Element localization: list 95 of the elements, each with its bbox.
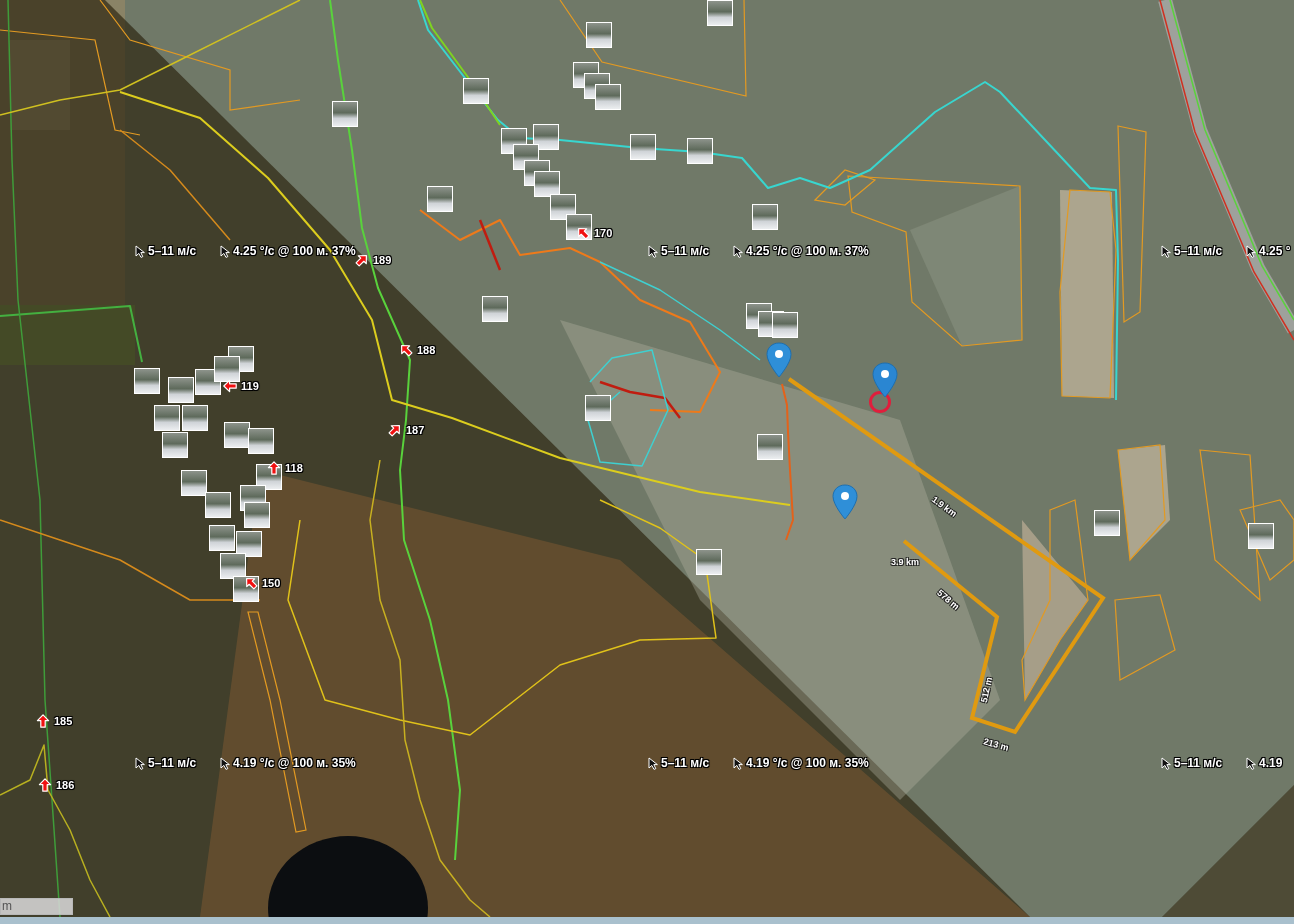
photo-thumbnail[interactable]: [248, 428, 274, 454]
photo-thumbnail[interactable]: [332, 101, 358, 127]
pointer-icon: [1161, 244, 1171, 258]
wind-speed-label: 5–11 м/с: [148, 244, 197, 258]
photo-thumbnail[interactable]: [182, 405, 208, 431]
photo-thumbnail[interactable]: [534, 171, 560, 197]
photo-thumbnail[interactable]: [595, 84, 621, 110]
photo-thumbnail[interactable]: [244, 502, 270, 528]
pointer-icon: [1161, 756, 1171, 770]
photo-thumbnail[interactable]: [1094, 510, 1120, 536]
gps-track[interactable]: [417, 0, 1119, 401]
gps-track[interactable]: [369, 459, 491, 917]
wind-detail-label: 4.19 °/с @ 100 м. 35%: [233, 756, 356, 770]
arrow-up-left-icon[interactable]: [399, 343, 413, 357]
photo-thumbnail[interactable]: [463, 78, 489, 104]
arrow-up-right-icon[interactable]: [355, 253, 369, 267]
photo-thumbnail[interactable]: [482, 296, 508, 322]
photo-thumbnail[interactable]: [220, 553, 246, 579]
track-point-label: 188: [417, 343, 436, 357]
track-point-label: 150: [262, 576, 281, 590]
pointer-icon: [220, 244, 230, 258]
pointer-icon: [220, 756, 230, 770]
photo-thumbnail[interactable]: [696, 549, 722, 575]
gps-track[interactable]: [0, 305, 143, 363]
gps-track[interactable]: [329, 0, 461, 861]
photo-thumbnail[interactable]: [752, 204, 778, 230]
pointer-icon: [135, 756, 145, 770]
photo-thumbnail[interactable]: [427, 186, 453, 212]
distance-label: 578 m: [934, 587, 962, 613]
wind-detail-label: 4.19: [1259, 756, 1283, 770]
distance-label: 213 m: [982, 736, 1010, 754]
map-pin-icon[interactable]: [872, 362, 898, 398]
map-pin-icon[interactable]: [766, 342, 792, 378]
pointer-icon: [733, 244, 743, 258]
wind-detail-label: 4.25 °/с @ 100 м. 37%: [233, 244, 356, 258]
photo-thumbnail[interactable]: [224, 422, 250, 448]
arrow-up-icon[interactable]: [267, 461, 281, 475]
gps-track[interactable]: [0, 129, 261, 601]
photo-thumbnail[interactable]: [214, 356, 240, 382]
gps-track[interactable]: [0, 744, 111, 917]
scale-bar: m: [0, 898, 73, 915]
track-point-label: 170: [594, 226, 613, 240]
pointer-icon: [1246, 756, 1256, 770]
wind-speed-label: 5–11 м/с: [1174, 756, 1223, 770]
photo-thumbnail[interactable]: [585, 395, 611, 421]
photo-thumbnail[interactable]: [168, 377, 194, 403]
photo-thumbnail[interactable]: [209, 525, 235, 551]
gps-track[interactable]: [287, 499, 717, 736]
track-point-label: 185: [54, 714, 73, 728]
track-point-label: 118: [285, 461, 303, 475]
track-point-label: 189: [373, 253, 392, 267]
pointer-icon: [648, 244, 658, 258]
photo-thumbnail[interactable]: [630, 134, 656, 160]
track-point-label: 187: [406, 423, 425, 437]
photo-thumbnail[interactable]: [205, 492, 231, 518]
photo-thumbnail[interactable]: [533, 124, 559, 150]
photo-thumbnail[interactable]: [181, 470, 207, 496]
arrow-up-left-icon[interactable]: [244, 576, 258, 590]
wind-detail-label: 4.25 °: [1259, 244, 1291, 258]
arrow-up-left-icon[interactable]: [576, 226, 590, 240]
photo-thumbnail[interactable]: [772, 312, 798, 338]
arrow-up-icon[interactable]: [38, 778, 52, 792]
pointer-icon: [1246, 244, 1256, 258]
arrow-up-right-icon[interactable]: [388, 423, 402, 437]
photo-thumbnail[interactable]: [1248, 523, 1274, 549]
photo-thumbnail[interactable]: [586, 22, 612, 48]
pointer-icon: [648, 756, 658, 770]
photo-thumbnail[interactable]: [757, 434, 783, 460]
pointer-icon: [733, 756, 743, 770]
track-point-label: 186: [56, 778, 75, 792]
photo-thumbnail[interactable]: [687, 138, 713, 164]
photo-thumbnail[interactable]: [162, 432, 188, 458]
distance-label: 512 m: [978, 676, 996, 704]
photo-thumbnail[interactable]: [134, 368, 160, 394]
wind-speed-label: 5–11 м/с: [1174, 244, 1223, 258]
photo-thumbnail[interactable]: [236, 531, 262, 557]
track-point-label: 119: [241, 379, 259, 393]
arrow-up-icon[interactable]: [36, 714, 50, 728]
wind-speed-label: 5–11 м/с: [661, 244, 710, 258]
photo-thumbnail[interactable]: [550, 194, 576, 220]
wind-speed-label: 5–11 м/с: [148, 756, 197, 770]
gps-track[interactable]: [419, 209, 721, 413]
wind-detail-label: 4.19 °/с @ 100 м. 35%: [746, 756, 869, 770]
distance-label: 1.9 km: [929, 494, 959, 520]
wind-detail-label: 4.25 °/с @ 100 м. 37%: [746, 244, 869, 258]
wind-speed-label: 5–11 м/с: [661, 756, 710, 770]
arrow-left-icon[interactable]: [223, 379, 237, 393]
gps-track[interactable]: [0, 0, 301, 116]
distance-label: 3.9 km: [891, 556, 919, 568]
photo-thumbnail[interactable]: [707, 0, 733, 26]
pointer-icon: [135, 244, 145, 258]
gps-track[interactable]: [781, 383, 794, 541]
map-pin-icon[interactable]: [832, 484, 858, 520]
gps-track[interactable]: [587, 261, 761, 467]
photo-thumbnail[interactable]: [154, 405, 180, 431]
